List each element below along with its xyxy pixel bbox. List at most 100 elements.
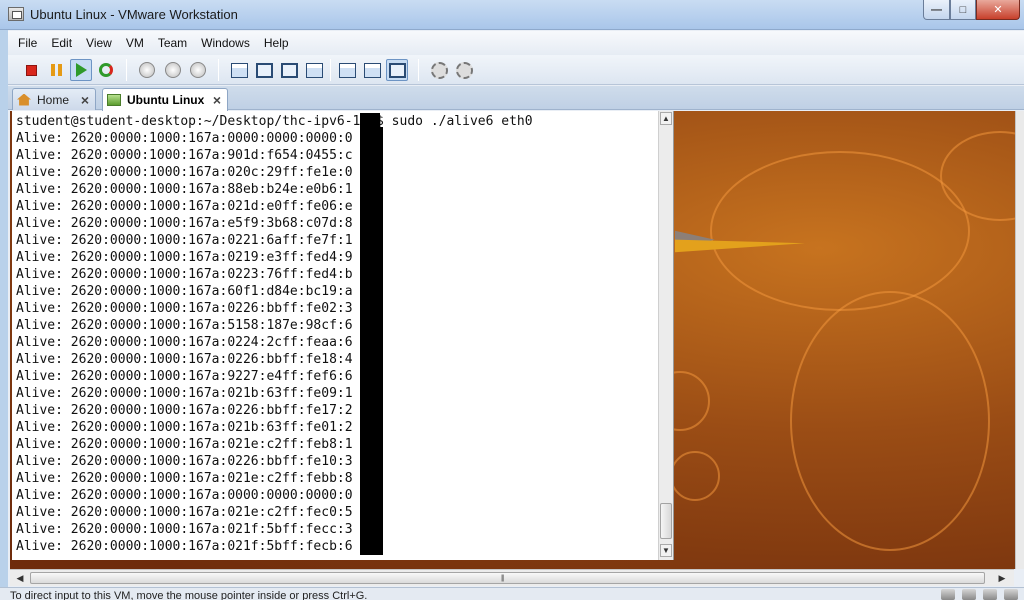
wallpaper-swirl [710, 151, 970, 311]
tab-home-label: Home [37, 92, 70, 107]
network-adapter-icon[interactable] [983, 589, 997, 600]
terminal-prompt: student@student-desktop:~/Desktop/thc-ip… [16, 114, 533, 129]
scroll-down-arrow-icon[interactable]: ▼ [660, 544, 672, 557]
console-view-icon [338, 62, 356, 78]
wallpaper-swirl [670, 451, 720, 501]
terminal-scrollbar[interactable]: ▲ ▼ [658, 111, 673, 560]
home-icon [17, 93, 31, 106]
summary-view-button[interactable] [361, 59, 383, 81]
unity-button[interactable] [303, 59, 325, 81]
take-snapshot-button[interactable] [136, 59, 158, 81]
terminal-line: Alive: 2620:0000:1000:167a:021e:c2ff:feb… [16, 437, 353, 452]
reset-button[interactable] [95, 59, 117, 81]
quick-switch-button[interactable] [278, 59, 300, 81]
toolbar-separator [126, 59, 127, 81]
vm-settings-icon [430, 61, 448, 79]
terminal-line: Alive: 2620:0000:1000:167a:901d:f654:045… [16, 148, 353, 163]
terminal-line: Alive: 2620:0000:1000:167a:0000:0000:000… [16, 488, 353, 503]
vmware-app-icon [8, 7, 24, 21]
scroll-left-arrow-icon[interactable]: ◀ [13, 572, 27, 585]
stop-icon [25, 64, 37, 76]
maximize-button[interactable]: □ [950, 0, 976, 20]
terminal-window[interactable]: student@student-desktop:~/Desktop/thc-ip… [12, 111, 674, 560]
minimize-button[interactable]: — [923, 0, 950, 20]
vm-horizontal-scrollbar[interactable]: ◀ ||| ▶ [10, 569, 1014, 586]
console-view-button[interactable] [336, 59, 358, 81]
menu-bar: File Edit View VM Team Windows Help [8, 31, 1024, 55]
close-tab-icon[interactable]: × [81, 92, 89, 108]
device-status-icons [934, 589, 1018, 600]
menu-help[interactable]: Help [264, 36, 289, 50]
terminal-output[interactable]: student@student-desktop:~/Desktop/thc-ip… [16, 113, 656, 555]
terminal-line: Alive: 2620:0000:1000:167a:021b:63ff:fe0… [16, 420, 353, 435]
reset-icon [99, 63, 113, 77]
terminal-line: Alive: 2620:0000:1000:167a:0226:bbff:fe1… [16, 352, 353, 367]
terminal-line: Alive: 2620:0000:1000:167a:0223:76ff:fed… [16, 267, 353, 282]
menu-team[interactable]: Team [158, 36, 187, 50]
terminal-line: Alive: 2620:0000:1000:167a:021e:c2ff:feb… [16, 471, 353, 486]
scroll-up-arrow-icon[interactable]: ▲ [660, 112, 672, 125]
normal-view-button[interactable] [228, 59, 250, 81]
vm-display[interactable]: student@student-desktop:~/Desktop/thc-ip… [10, 111, 1022, 569]
menu-view[interactable]: View [86, 36, 112, 50]
terminal-line: Alive: 2620:0000:1000:167a:0226:bbff:fe1… [16, 454, 353, 469]
window-title: Ubuntu Linux - VMware Workstation [30, 7, 238, 22]
usb-icon[interactable] [1004, 589, 1018, 600]
window-titlebar: Ubuntu Linux - VMware Workstation — □ ✕ [0, 0, 1024, 30]
close-button[interactable]: ✕ [976, 0, 1020, 20]
terminal-line: Alive: 2620:0000:1000:167a:e5f9:3b68:c07… [16, 216, 353, 231]
terminal-line: Alive: 2620:0000:1000:167a:0226:bbff:fe0… [16, 301, 353, 316]
snapshot-manager-button[interactable] [187, 59, 209, 81]
normal-view-icon [230, 62, 248, 78]
horizontal-scrollbar-thumb[interactable]: ||| [30, 572, 985, 584]
hard-disk-icon[interactable] [941, 589, 955, 600]
redaction-bar [360, 113, 380, 127]
network-settings-button[interactable] [453, 59, 475, 81]
scrollbar-thumb[interactable] [660, 503, 672, 539]
power-on-button[interactable] [70, 59, 92, 81]
terminal-line: Alive: 2620:0000:1000:167a:88eb:b24e:e0b… [16, 182, 353, 197]
scroll-right-arrow-icon[interactable]: ▶ [995, 572, 1009, 585]
pause-icon [50, 64, 62, 76]
toolbar-separator [218, 59, 219, 81]
close-tab-icon[interactable]: × [213, 92, 221, 108]
status-bar: To direct input to this VM, move the mou… [0, 587, 1024, 600]
redaction-bar [360, 127, 383, 555]
appliance-view-icon [388, 62, 406, 78]
terminal-line: Alive: 2620:0000:1000:167a:0000:0000:000… [16, 131, 353, 146]
revert-snapshot-button[interactable] [162, 59, 184, 81]
window-controls: — □ ✕ [923, 0, 1020, 20]
status-message: To direct input to this VM, move the mou… [10, 590, 368, 600]
cd-drive-icon[interactable] [962, 589, 976, 600]
menu-edit[interactable]: Edit [51, 36, 72, 50]
revert-snapshot-icon [165, 62, 181, 78]
snapshot-icon [139, 62, 155, 78]
tab-home[interactable]: Home × [12, 88, 96, 110]
terminal-line: Alive: 2620:0000:1000:167a:021f:5bff:fec… [16, 539, 353, 554]
tab-vm-label: Ubuntu Linux [127, 93, 205, 107]
terminal-line: Alive: 2620:0000:1000:167a:0224:2cff:fea… [16, 335, 353, 350]
vm-icon [107, 94, 121, 106]
menu-file[interactable]: File [18, 36, 37, 50]
network-settings-icon [455, 61, 473, 79]
tab-bar: Home × Ubuntu Linux × [8, 86, 1024, 111]
appliance-view-button[interactable] [386, 59, 408, 81]
terminal-line: Alive: 2620:0000:1000:167a:0219:e3ff:fed… [16, 250, 353, 265]
power-off-button[interactable] [20, 59, 42, 81]
menu-windows[interactable]: Windows [201, 36, 250, 50]
terminal-line: Alive: 2620:0000:1000:167a:9227:e4ff:fef… [16, 369, 353, 384]
toolbar-separator [418, 59, 419, 81]
vm-vertical-scrollbar[interactable] [1015, 111, 1024, 569]
tab-ubuntu-linux[interactable]: Ubuntu Linux × [102, 88, 228, 111]
full-screen-button[interactable] [253, 59, 275, 81]
full-screen-icon [255, 62, 273, 78]
summary-view-icon [363, 62, 381, 78]
menu-vm[interactable]: VM [126, 36, 144, 50]
vm-settings-button[interactable] [428, 59, 450, 81]
suspend-button[interactable] [45, 59, 67, 81]
terminal-line: Alive: 2620:0000:1000:167a:021f:5bff:fec… [16, 522, 353, 537]
terminal-line: Alive: 2620:0000:1000:167a:021d:e0ff:fe0… [16, 199, 353, 214]
terminal-line: Alive: 2620:0000:1000:167a:5158:187e:98c… [16, 318, 353, 333]
terminal-line: Alive: 2620:0000:1000:167a:020c:29ff:fe1… [16, 165, 353, 180]
wallpaper-swirl [790, 291, 990, 551]
